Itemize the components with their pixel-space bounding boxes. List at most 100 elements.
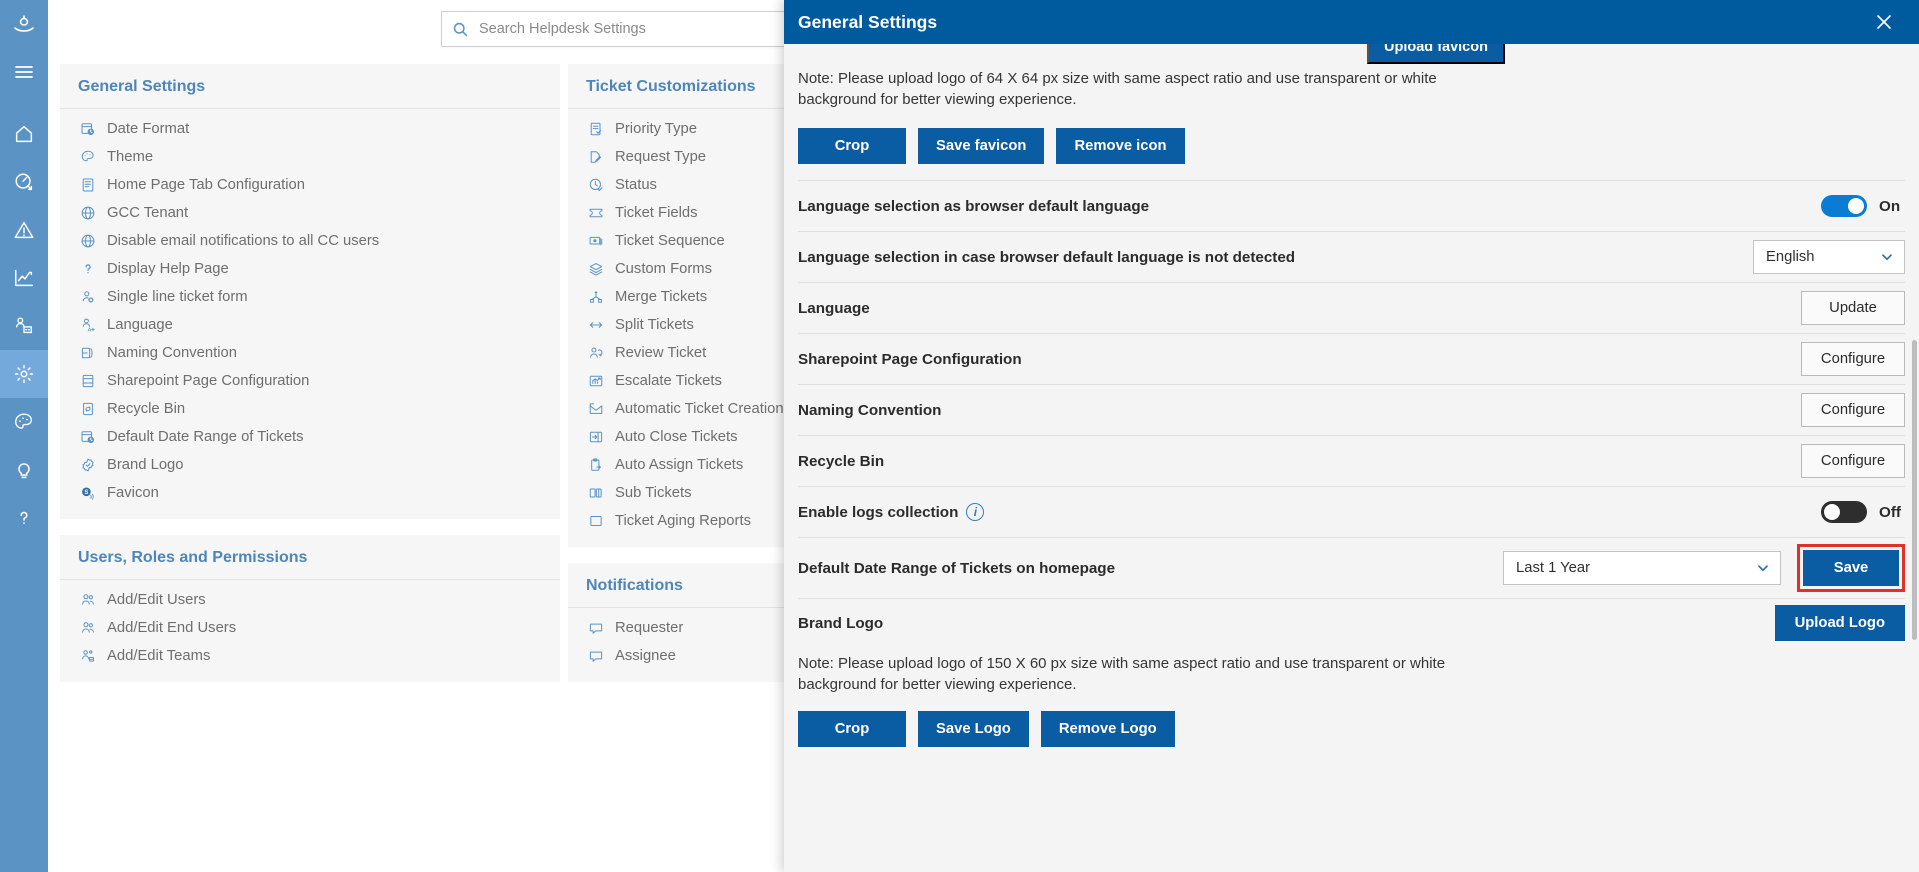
modal-title: General Settings: [798, 11, 938, 32]
list-item-label: Ticket Sequence: [615, 233, 725, 249]
date-range-icon: [78, 428, 98, 446]
list-item-label: Merge Tickets: [615, 289, 708, 305]
list-item[interactable]: Add/Edit Teams: [60, 642, 560, 670]
save-button[interactable]: Save: [1803, 550, 1899, 586]
globe-icon: [78, 204, 98, 222]
list-item[interactable]: A Language: [60, 311, 560, 339]
setting-label: Language: [798, 299, 870, 317]
toggle-state-label: Off: [1879, 503, 1901, 521]
naming-convention-icon: [78, 344, 98, 362]
list-item-label: Escalate Tickets: [615, 373, 722, 389]
settings-list: Date Format Theme Home Page Tab Configurat…: [60, 109, 560, 507]
info-icon[interactable]: i: [966, 503, 985, 521]
enable-logs-collection-toggle[interactable]: [1821, 501, 1867, 523]
crop-favicon-button[interactable]: Crop: [798, 128, 906, 164]
list-item[interactable]: Naming Convention: [60, 339, 560, 367]
setting-label: Recycle Bin: [798, 452, 885, 470]
end-users-icon: [78, 619, 98, 637]
setting-row-enable-logs-collection: Enable logs collection i Off: [798, 486, 1905, 537]
brand-badge-icon: [78, 456, 98, 474]
list-item-label: Add/Edit Users: [107, 592, 206, 608]
list-item-label: Disable email notifications to all CC us…: [107, 233, 380, 249]
list-item[interactable]: Disable email notifications to all CC us…: [60, 227, 560, 255]
list-item[interactable]: Brand Logo: [60, 451, 560, 479]
app-icon-rail: [0, 0, 48, 872]
users-icon: [78, 591, 98, 609]
close-icon[interactable]: [1871, 9, 1897, 35]
list-item-label: Requester: [615, 620, 684, 636]
list-item-label: Date Format: [107, 121, 190, 137]
list-item-label: Theme: [107, 149, 154, 165]
list-item-label: Single line ticket form: [107, 289, 248, 305]
list-item[interactable]: Add/Edit End Users: [60, 614, 560, 642]
settings-list: Add/Edit Users Add/Edit End Users Add/Edit…: [60, 580, 560, 670]
list-item[interactable]: Home Page Tab Configuration: [60, 171, 560, 199]
list-item[interactable]: Display Help Page: [60, 255, 560, 283]
setting-label: Language selection as browser default la…: [798, 197, 1150, 215]
list-item-label: Sub Tickets: [615, 485, 692, 501]
list-item[interactable]: Sharepoint Page Configuration: [60, 367, 560, 395]
teams-icon[interactable]: [0, 302, 48, 350]
setting-control: Last 1 Year Save: [1160, 544, 1905, 592]
brand-logo-label: Brand Logo: [798, 614, 884, 632]
list-item[interactable]: Default Date Range of Tickets: [60, 423, 560, 451]
page-tab-icon: [78, 176, 98, 194]
browser-default-language-toggle[interactable]: [1821, 195, 1867, 217]
brand-logo-note: Note: Please upload logo of 150 X 60 px …: [798, 655, 1446, 693]
ideas-bulb-icon[interactable]: [0, 446, 48, 494]
list-item-label: Auto Assign Tickets: [615, 457, 744, 473]
reports-icon[interactable]: [0, 254, 48, 302]
list-item[interactable]: Theme: [60, 143, 560, 171]
modal-body: Upload favicon Note: Please upload logo …: [784, 30, 1919, 872]
recycle-bin-icon: [78, 400, 98, 418]
home-icon[interactable]: [0, 110, 48, 158]
escalate-chart-icon: [586, 372, 606, 390]
setting-control: Off: [1821, 501, 1905, 523]
recycle-bin-configure-button[interactable]: Configure: [1801, 444, 1905, 478]
save-favicon-button[interactable]: Save favicon: [918, 128, 1045, 164]
sidebar-item-settings[interactable]: [0, 350, 48, 398]
theme-palette-icon[interactable]: [0, 398, 48, 446]
logo-icon[interactable]: [0, 0, 48, 48]
setting-row-language: Language Update: [798, 282, 1905, 333]
default-date-range-select[interactable]: Last 1 Year: [1503, 551, 1781, 585]
list-item-label: Add/Edit Teams: [107, 648, 211, 664]
upload-logo-button[interactable]: Upload Logo: [1774, 605, 1905, 641]
language-update-button[interactable]: Update: [1801, 291, 1905, 325]
request-edit-icon: [586, 148, 606, 166]
list-item-label: Ticket Aging Reports: [615, 513, 751, 529]
list-item[interactable]: Add/Edit Users: [60, 586, 560, 614]
naming-convention-configure-button[interactable]: Configure: [1801, 393, 1905, 427]
setting-row-fallback-language: Language selection in case browser defau…: [798, 231, 1905, 282]
list-item[interactable]: GCC Tenant: [60, 199, 560, 227]
sequence-icon: [586, 232, 606, 250]
list-item-label: Language: [107, 317, 173, 333]
setting-control: Upload Logo: [1774, 605, 1905, 641]
setting-control: Configure: [1801, 393, 1905, 427]
alerts-icon[interactable]: [0, 206, 48, 254]
save-logo-button[interactable]: Save Logo: [918, 711, 1029, 747]
favicon-icon: S: [78, 484, 98, 502]
setting-label: Naming Convention: [798, 401, 942, 419]
globe-icon: [78, 232, 98, 250]
list-item-label: Default Date Range of Tickets: [107, 429, 304, 445]
remove-icon-button[interactable]: Remove icon: [1056, 128, 1185, 164]
list-item[interactable]: S Favicon: [60, 479, 560, 507]
list-item-label: Recycle Bin: [107, 401, 186, 417]
toggle-state-label: On: [1879, 197, 1901, 215]
list-item-label: Review Ticket: [615, 345, 707, 361]
crop-logo-button[interactable]: Crop: [798, 711, 906, 747]
sharepoint-configure-button[interactable]: Configure: [1801, 342, 1905, 376]
list-item[interactable]: Recycle Bin: [60, 395, 560, 423]
modal-scrollbar[interactable]: [1912, 340, 1917, 640]
remove-logo-button[interactable]: Remove Logo: [1040, 711, 1175, 747]
fallback-language-select[interactable]: English: [1753, 240, 1905, 274]
setting-row-sharepoint-page-configuration: Sharepoint Page Configuration Configure: [798, 333, 1905, 384]
list-item[interactable]: Date Format: [60, 115, 560, 143]
dashboard-icon[interactable]: [0, 158, 48, 206]
fallback-language-value: English: [1766, 249, 1815, 265]
help-question-icon[interactable]: [0, 494, 48, 542]
hamburger-menu-icon[interactable]: [0, 48, 48, 96]
priority-list-icon: [586, 120, 606, 138]
list-item[interactable]: Single line ticket form: [60, 283, 560, 311]
